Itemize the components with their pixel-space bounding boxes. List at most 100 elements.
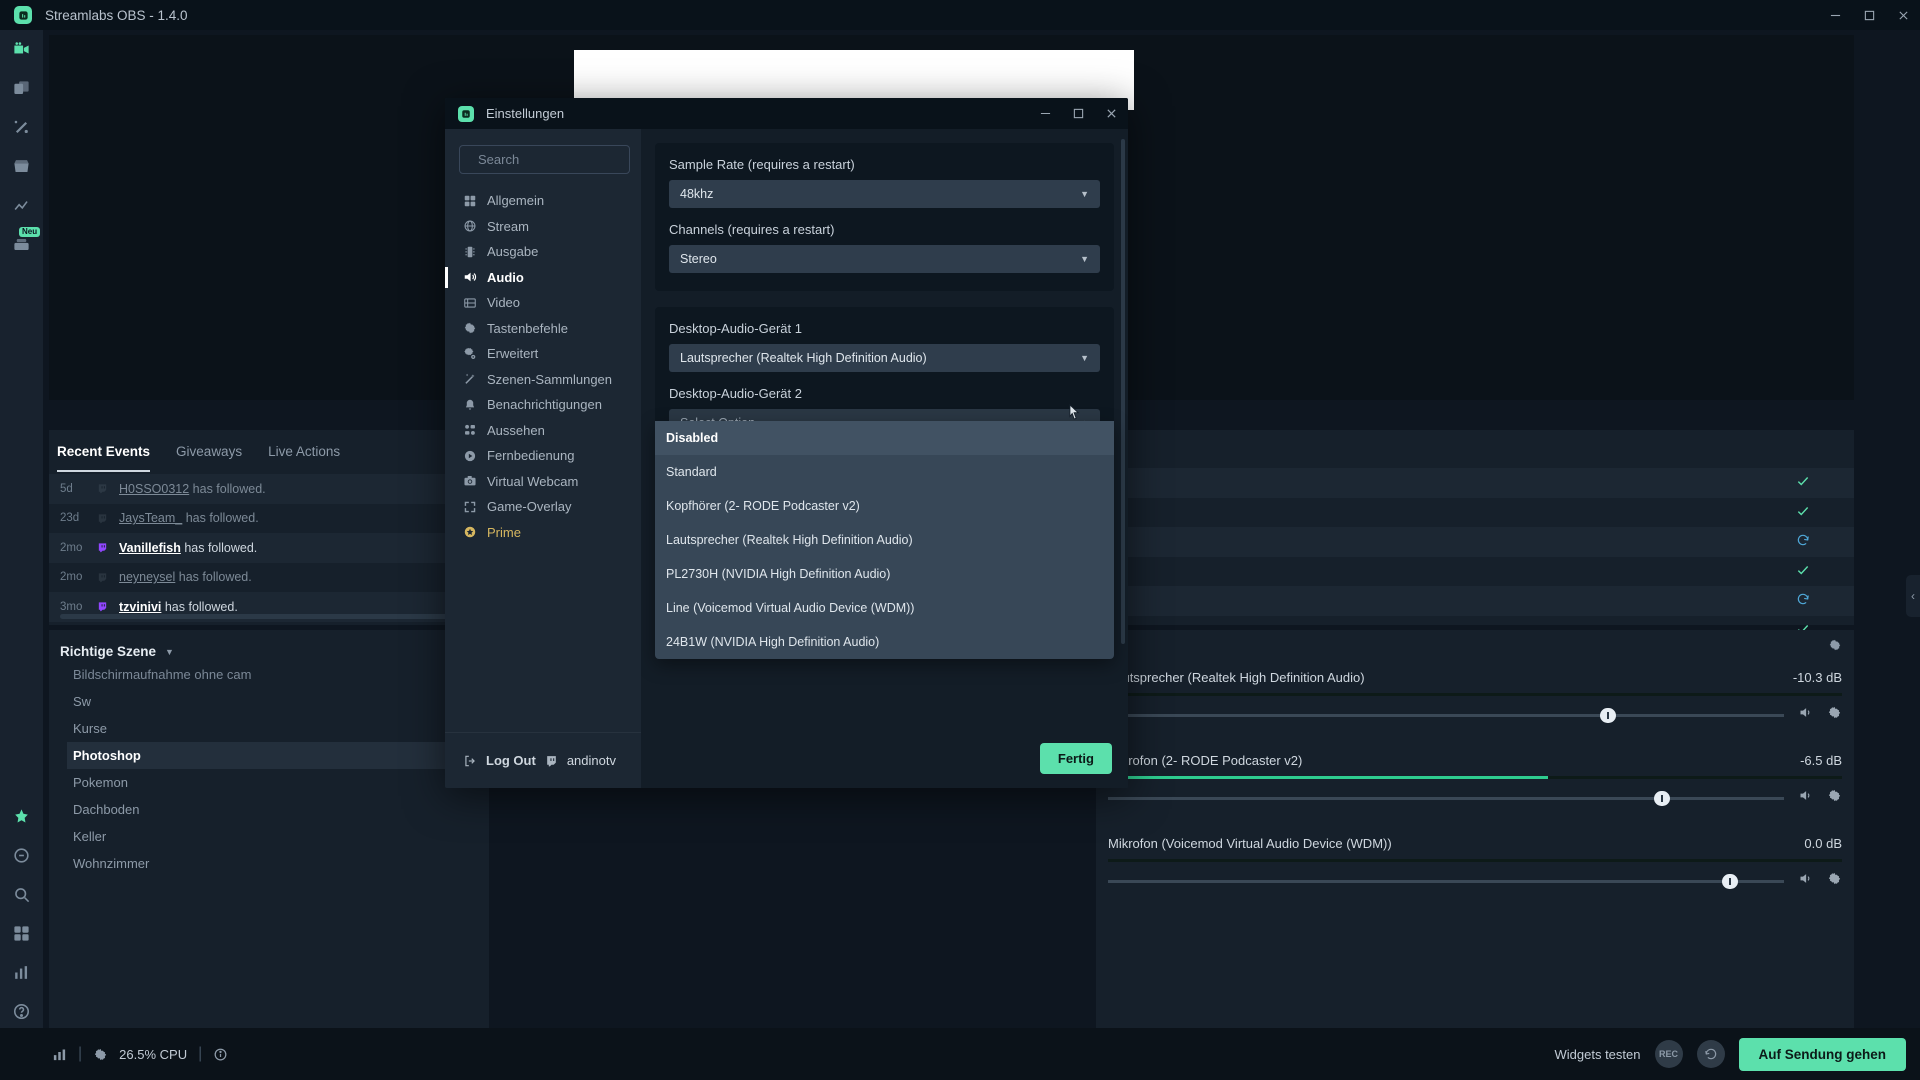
collapse-panel-arrow-icon[interactable]: ‹ [1906,575,1920,617]
settings-nav-item-aussehen[interactable]: Aussehen [445,418,641,444]
mixer-slider-knob[interactable] [1721,873,1738,889]
scene-item[interactable]: Pokemon [67,769,489,796]
check-icon[interactable] [1796,504,1810,521]
gear-icon[interactable] [1827,788,1842,808]
maximize-icon[interactable] [1852,0,1886,30]
volume-icon[interactable] [1798,788,1813,808]
search-input[interactable] [478,152,654,167]
events-tab-2[interactable]: Live Actions [268,444,340,472]
nav-stats-icon[interactable] [0,953,43,992]
dropdown-option[interactable]: Kopfhörer (2- RODE Podcaster v2) [655,489,1114,523]
chevron-down-icon: ▼ [1080,254,1089,264]
event-username: neyneysel [119,570,176,585]
check-icon[interactable] [1796,563,1810,580]
dropdown-option[interactable]: 24B1W (NVIDIA High Definition Audio) [655,625,1114,659]
test-widgets-label[interactable]: Widgets testen [1555,1047,1641,1062]
settings-minimize-icon[interactable] [1029,98,1062,129]
scene-item[interactable]: Kurse [67,715,489,742]
settings-maximize-icon[interactable] [1062,98,1095,129]
event-row[interactable]: 2mo Vanillefish has followed. [49,533,489,563]
dropdown-option[interactable]: PL2730H (NVIDIA High Definition Audio) [655,557,1114,591]
minimize-icon[interactable] [1818,0,1852,30]
nav-dashboard-icon[interactable] [0,186,43,225]
replay-buffer-icon[interactable] [1696,1040,1725,1068]
settings-nav-item-game-overlay[interactable]: Game-Overlay [445,494,641,520]
gear-icon[interactable] [1827,871,1842,891]
nav-themes-icon[interactable] [0,108,43,147]
events-scrollbar[interactable] [60,614,465,619]
chevron-down-icon[interactable]: ▼ [165,647,174,657]
nav-prime-icon[interactable] [0,797,43,836]
events-tab-1[interactable]: Giveaways [176,444,242,472]
nav-apps-icon[interactable]: Neu [0,225,43,264]
nav-store-icon[interactable] [0,147,43,186]
event-row[interactable]: 5d H0SSO0312 has followed. [49,474,489,504]
scene-item[interactable]: Keller [67,823,489,850]
gear-icon[interactable] [93,1047,108,1062]
settings-nav-item-prime[interactable]: Prime [445,520,641,546]
desktop-device1-label: Desktop-Audio-Gerät 1 [669,321,802,336]
mixer-volume-slider[interactable] [1108,788,1842,808]
dropdown-option[interactable]: Lautsprecher (Realtek High Definition Au… [655,523,1114,557]
events-tab-0[interactable]: Recent Events [57,444,151,472]
record-button[interactable]: REC [1654,1040,1683,1068]
settings-nav-item-erweitert[interactable]: Erweitert [445,341,641,367]
nav-layouts-icon[interactable] [0,69,43,108]
mixer-slider-knob[interactable] [1654,790,1671,806]
gear-icon[interactable] [1827,705,1842,725]
settings-search[interactable] [459,145,654,174]
volume-icon[interactable] [1798,705,1813,725]
event-text: H0SSO0312 has followed. [119,481,266,496]
sample-rate-select[interactable]: 48khz ▼ [669,180,1100,208]
desktop-device2-dropdown[interactable]: Disabled Standard Kopfhörer (2- RODE Podca… [655,421,1114,659]
desktop-device1-select[interactable]: Lautsprecher (Realtek High Definition Au… [669,344,1100,372]
volume-icon[interactable] [1798,871,1813,891]
mixer-slider-knob[interactable] [1600,707,1617,723]
dropdown-option[interactable]: Disabled [655,421,1114,455]
dropdown-option[interactable]: Line (Voicemod Virtual Audio Device (WDM… [655,591,1114,625]
settings-nav-item-virtual-webcam[interactable]: Virtual Webcam [445,469,641,495]
close-icon[interactable] [1886,0,1920,30]
nav-help-icon[interactable] [0,992,43,1031]
info-icon[interactable] [213,1047,228,1062]
account-name[interactable]: andinotv [567,753,616,768]
event-row[interactable]: 23d JaysTeam_ has followed. [49,504,489,534]
settings-nav-item-stream[interactable]: Stream [445,214,641,240]
appearance-icon [463,423,487,437]
settings-scrollbar[interactable] [1121,139,1125,644]
scene-item[interactable]: Wohnzimmer [67,850,489,877]
settings-nav-item-audio[interactable]: Audio [445,265,641,291]
settings-nav-item-video[interactable]: Video [445,290,641,316]
settings-nav-item-ausgabe[interactable]: Ausgabe [445,239,641,265]
dropdown-option[interactable]: Standard [655,455,1114,489]
channels-select[interactable]: Stereo ▼ [669,245,1100,273]
nav-widgets-icon[interactable] [0,914,43,953]
scene-item[interactable]: Dachboden [67,796,489,823]
settings-nav-item-szenen-sammlungen[interactable]: Szenen-Sammlungen [445,367,641,393]
go-live-button[interactable]: Auf Sendung gehen [1738,1037,1906,1071]
nav-alerts-icon[interactable] [0,836,43,875]
scene-item[interactable]: Bildschirmaufnahme ohne cam [67,661,489,688]
nav-search-icon[interactable] [0,875,43,914]
mixer-volume-slider[interactable] [1108,871,1842,891]
settings-nav-item-allgemein[interactable]: Allgemein [445,188,641,214]
bell-icon [463,398,487,412]
log-out-button[interactable]: Log Out [486,753,536,768]
gear-icon[interactable] [1828,638,1842,657]
refresh-icon[interactable] [1796,533,1810,550]
settings-close-icon[interactable] [1095,98,1128,129]
mixer-volume-slider[interactable] [1108,705,1842,725]
performance-icon[interactable] [52,1047,67,1062]
refresh-icon[interactable] [1796,592,1810,609]
nav-studio-icon[interactable] [0,30,43,69]
scene-item[interactable]: Photoshop [67,742,489,769]
settings-nav-item-tastenbefehle[interactable]: Tastenbefehle [445,316,641,342]
check-icon[interactable] [1796,474,1810,491]
settings-nav-item-label: Szenen-Sammlungen [487,371,613,387]
event-row[interactable]: 2mo neyneysel has followed. [49,563,489,593]
settings-nav-item-benachrichtigungen[interactable]: Benachrichtigungen [445,392,641,418]
settings-nav-item-label: Prime [487,524,521,540]
settings-nav-item-fernbedienung[interactable]: Fernbedienung [445,443,641,469]
done-button[interactable]: Fertig [1039,743,1112,774]
scene-item[interactable]: Sw [67,688,489,715]
